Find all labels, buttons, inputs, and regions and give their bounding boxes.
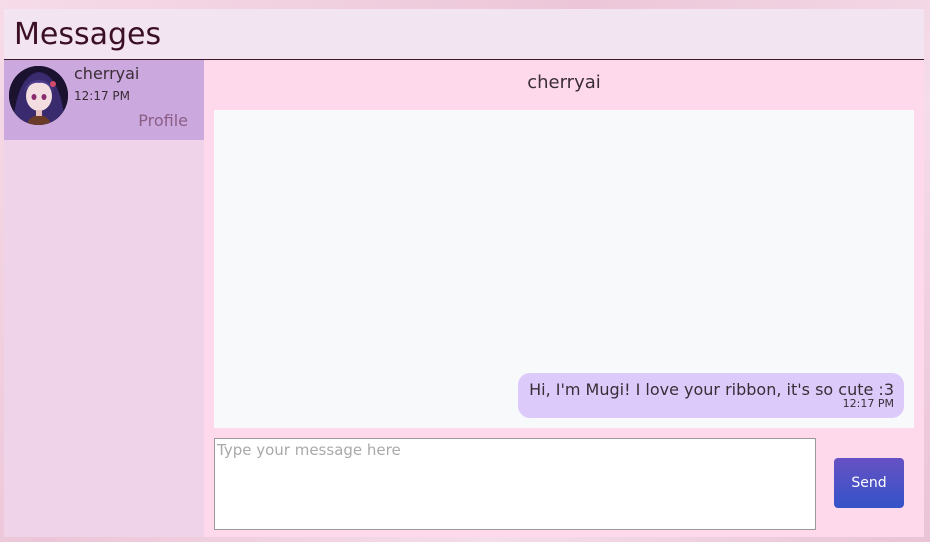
contact-name: cherryai	[74, 64, 140, 83]
messages-app: Messages cherryai 12:17 PM Profile cherr…	[4, 9, 924, 537]
chat-title: cherryai	[527, 72, 601, 93]
profile-link[interactable]: Profile	[138, 111, 188, 130]
page-title: Messages	[14, 17, 162, 52]
message-list[interactable]: Hi, I'm Mugi! I love your ribbon, it's s…	[214, 110, 914, 428]
page-header: Messages	[4, 9, 924, 60]
chat-panel: cherryai Hi, I'm Mugi! I love your ribbo…	[204, 60, 924, 537]
anime-girl-avatar-icon	[9, 66, 68, 125]
contact-item-cherryai[interactable]: cherryai 12:17 PM Profile	[4, 60, 204, 140]
contact-timestamp: 12:17 PM	[74, 89, 130, 103]
message-bubble-outgoing: Hi, I'm Mugi! I love your ribbon, it's s…	[518, 373, 904, 418]
send-button[interactable]: Send	[834, 458, 904, 508]
avatar	[9, 66, 68, 125]
message-text: Hi, I'm Mugi! I love your ribbon, it's s…	[529, 380, 894, 399]
message-input[interactable]	[214, 438, 816, 530]
contacts-sidebar: cherryai 12:17 PM Profile	[4, 60, 204, 537]
